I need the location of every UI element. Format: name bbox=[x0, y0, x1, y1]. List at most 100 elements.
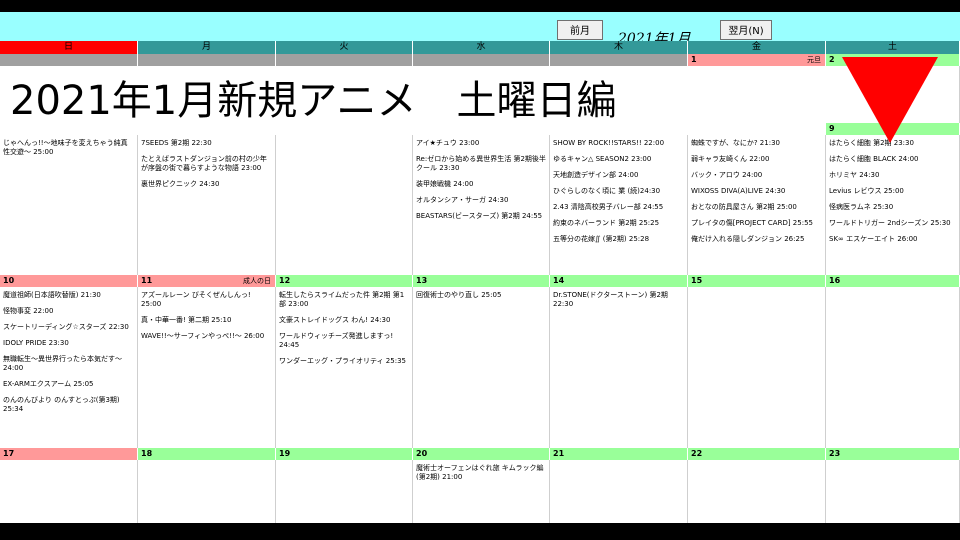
anime-schedule-entry[interactable]: BEASTARS(ビースターズ) 第2期 24:55 bbox=[416, 212, 546, 221]
anime-schedule-entry[interactable]: 五等分の花嫁∬ (第2期) 25:28 bbox=[553, 235, 684, 244]
date-number: 16 bbox=[829, 276, 841, 285]
date-header[interactable] bbox=[0, 54, 138, 66]
date-header[interactable]: 10 bbox=[0, 275, 138, 287]
date-header[interactable]: 13 bbox=[413, 275, 550, 287]
anime-schedule-entry[interactable]: ホリミヤ 24:30 bbox=[829, 171, 956, 180]
anime-schedule-entry[interactable]: ワールドウィッチーズ発進しますっ! 24:45 bbox=[279, 332, 409, 350]
anime-schedule-entry[interactable]: 天地創造デザイン部 24:00 bbox=[553, 171, 684, 180]
date-number: 15 bbox=[691, 276, 703, 285]
anime-schedule-entry[interactable]: Re:ゼロから始める異世界生活 第2期後半クール 23:30 bbox=[416, 155, 546, 173]
date-header[interactable]: 14 bbox=[550, 275, 688, 287]
day-cell[interactable]: アズールレーン びそくぜんしんっ! 25:00 真・中華一番! 第二期 25:10… bbox=[138, 287, 276, 448]
anime-schedule-entry[interactable]: ひぐらしのなく頃に 業 (続)24:30 bbox=[553, 187, 684, 196]
date-header[interactable] bbox=[413, 54, 550, 66]
page-title: 2021年1月新規アニメ 土曜日編 bbox=[10, 78, 617, 124]
anime-schedule-entry[interactable]: プレイタの傷[PROJECT CARD] 25:55 bbox=[691, 219, 822, 228]
day-cell[interactable]: 転生したらスライムだった件 第2期 第1部 23:00 文豪ストレイドッグス わん… bbox=[276, 287, 413, 448]
anime-schedule-entry[interactable]: 7SEEDS 第2期 22:30 bbox=[141, 139, 272, 148]
anime-schedule-entry[interactable]: ワールドトリガー 2ndシーズン 25:30 bbox=[829, 219, 956, 228]
day-cell[interactable]: はたらく細胞 第2期 23:30 はたらく細胞 BLACK 24:00 ホリミヤ 2… bbox=[826, 135, 960, 275]
anime-schedule-entry[interactable]: ゆるキャン△ SEASON2 23:00 bbox=[553, 155, 684, 164]
holiday-label: 元旦 bbox=[807, 56, 821, 64]
date-header[interactable]: 1 元旦 bbox=[688, 54, 826, 66]
anime-schedule-entry[interactable]: スケートリーディング☆スターズ 22:30 bbox=[3, 323, 134, 332]
date-number: 10 bbox=[3, 276, 15, 285]
date-number: 9 bbox=[829, 124, 835, 133]
anime-schedule-entry[interactable]: 蜘蛛ですが、なにか? 21:30 bbox=[691, 139, 822, 148]
date-header[interactable]: 12 bbox=[276, 275, 413, 287]
anime-schedule-entry[interactable]: 転生したらスライムだった件 第2期 第1部 23:00 bbox=[279, 291, 409, 309]
day-cell[interactable] bbox=[138, 460, 276, 523]
date-header[interactable]: 11 成人の日 bbox=[138, 275, 276, 287]
date-header[interactable]: 22 bbox=[688, 448, 826, 460]
date-header[interactable]: 23 bbox=[826, 448, 960, 460]
anime-schedule-entry[interactable]: Dr.STONE(ドクターストーン) 第2期 22:30 bbox=[553, 291, 684, 309]
date-header[interactable]: 16 bbox=[826, 275, 960, 287]
date-header[interactable]: 20 bbox=[413, 448, 550, 460]
date-header[interactable] bbox=[276, 54, 413, 66]
anime-schedule-entry[interactable]: 魔術士オーフェンはぐれ旅 キムラック編 (第2期) 21:00 bbox=[416, 464, 546, 482]
weekday-header-6: 土 bbox=[826, 41, 960, 54]
day-cell[interactable]: Dr.STONE(ドクターストーン) 第2期 22:30 bbox=[550, 287, 688, 448]
day-cell[interactable] bbox=[826, 287, 960, 448]
anime-schedule-entry[interactable]: Levius レビウス 25:00 bbox=[829, 187, 956, 196]
arrow-shape bbox=[842, 57, 938, 143]
anime-schedule-entry[interactable]: 真・中華一番! 第二期 25:10 bbox=[141, 316, 272, 325]
date-header[interactable]: 15 bbox=[688, 275, 826, 287]
prev-month-button[interactable]: 前月(L) bbox=[557, 20, 603, 57]
anime-schedule-entry[interactable]: WAVE!!～サーフィンやっぺ!!～ 26:00 bbox=[141, 332, 272, 341]
anime-schedule-entry[interactable]: 2.43 清陰高校男子バレー部 24:55 bbox=[553, 203, 684, 212]
anime-schedule-entry[interactable]: ワンダーエッグ・プライオリティ 25:35 bbox=[279, 357, 409, 366]
day-cell[interactable]: 回復術士のやり直し 25:05 bbox=[413, 287, 550, 448]
anime-schedule-entry[interactable]: アズールレーン びそくぜんしんっ! 25:00 bbox=[141, 291, 272, 309]
anime-schedule-entry[interactable]: たとえばラストダンジョン前の村の少年が序盤の街で暮らすような物語 23:00 bbox=[141, 155, 272, 173]
date-header[interactable] bbox=[138, 54, 276, 66]
day-cell[interactable] bbox=[688, 460, 826, 523]
top-black-bar bbox=[0, 0, 960, 12]
anime-schedule-entry[interactable]: アイ★チュウ 23:00 bbox=[416, 139, 546, 148]
date-header[interactable] bbox=[550, 54, 688, 66]
anime-schedule-entry[interactable]: 裏世界ピクニック 24:30 bbox=[141, 180, 272, 189]
day-cell[interactable]: 7SEEDS 第2期 22:30 たとえばラストダンジョン前の村の少年が序盤の街で… bbox=[138, 135, 276, 275]
day-cell[interactable] bbox=[826, 460, 960, 523]
anime-schedule-entry[interactable]: SHOW BY ROCK!!STARS!! 22:00 bbox=[553, 139, 684, 148]
anime-schedule-entry[interactable]: 無職転生～異世界行ったら本気だす～ 24:00 bbox=[3, 355, 134, 373]
anime-schedule-entry[interactable]: じゃへんっ!!～地味子を変えちゃう純真性交遊～ 25:00 bbox=[3, 139, 134, 157]
anime-schedule-entry[interactable]: 弱キャラ友崎くん 22:00 bbox=[691, 155, 822, 164]
anime-schedule-entry[interactable]: オルタンシア・サーガ 24:30 bbox=[416, 196, 546, 205]
anime-schedule-entry[interactable]: 俺だけ入れる隠しダンジョン 26:25 bbox=[691, 235, 822, 244]
anime-schedule-entry[interactable]: 回復術士のやり直し 25:05 bbox=[416, 291, 546, 300]
day-cell[interactable]: 蜘蛛ですが、なにか? 21:30 弱キャラ友崎くん 22:00 バック・アロウ 24… bbox=[688, 135, 826, 275]
anime-schedule-entry[interactable]: 怪物事変 22:00 bbox=[3, 307, 134, 316]
day-cell[interactable]: アイ★チュウ 23:00 Re:ゼロから始める異世界生活 第2期後半クール 23:… bbox=[413, 135, 550, 275]
day-cell[interactable]: 魔術士オーフェンはぐれ旅 キムラック編 (第2期) 21:00 bbox=[413, 460, 550, 523]
anime-schedule-entry[interactable]: のんのんびより のんすとっぷ(第3期) 25:34 bbox=[3, 396, 134, 414]
date-header[interactable]: 21 bbox=[550, 448, 688, 460]
anime-schedule-entry[interactable]: WIXOSS DIVA(A)LIVE 24:30 bbox=[691, 187, 822, 196]
date-number: 2 bbox=[829, 55, 835, 64]
day-cell[interactable]: じゃへんっ!!～地味子を変えちゃう純真性交遊～ 25:00 bbox=[0, 135, 138, 275]
anime-schedule-entry[interactable]: SK∞ エスケーエイト 26:00 bbox=[829, 235, 956, 244]
day-cell[interactable] bbox=[550, 460, 688, 523]
anime-schedule-entry[interactable]: バック・アロウ 24:00 bbox=[691, 171, 822, 180]
weekday-header-4: 木 bbox=[550, 41, 688, 54]
day-cell[interactable] bbox=[0, 460, 138, 523]
date-header[interactable]: 19 bbox=[276, 448, 413, 460]
anime-schedule-entry[interactable]: はたらく細胞 BLACK 24:00 bbox=[829, 155, 956, 164]
day-cell[interactable] bbox=[688, 287, 826, 448]
anime-schedule-entry[interactable]: 約束のネバーランド 第2期 25:25 bbox=[553, 219, 684, 228]
day-cell[interactable] bbox=[276, 460, 413, 523]
day-cell[interactable]: SHOW BY ROCK!!STARS!! 22:00 ゆるキャン△ SEASON… bbox=[550, 135, 688, 275]
date-header[interactable]: 17 bbox=[0, 448, 138, 460]
anime-schedule-entry[interactable]: 怪病医ラムネ 25:30 bbox=[829, 203, 956, 212]
anime-schedule-entry[interactable]: 魔道祖師(日本語吹替版) 21:30 bbox=[3, 291, 134, 300]
date-header[interactable]: 18 bbox=[138, 448, 276, 460]
anime-schedule-entry[interactable]: 装甲娘戦機 24:00 bbox=[416, 180, 546, 189]
day-cell[interactable]: 魔道祖師(日本語吹替版) 21:30 怪物事変 22:00 スケートリーディング☆ス… bbox=[0, 287, 138, 448]
next-month-button[interactable]: 翌月(N) bbox=[720, 20, 772, 40]
anime-schedule-entry[interactable]: 文豪ストレイドッグス わん! 24:30 bbox=[279, 316, 409, 325]
anime-schedule-entry[interactable]: EX-ARMエクスアーム 25:05 bbox=[3, 380, 134, 389]
day-cell[interactable] bbox=[276, 135, 413, 275]
anime-schedule-entry[interactable]: おとなの防具屋さん 第2期 25:00 bbox=[691, 203, 822, 212]
anime-schedule-entry[interactable]: IDOLY PRIDE 23:30 bbox=[3, 339, 134, 348]
